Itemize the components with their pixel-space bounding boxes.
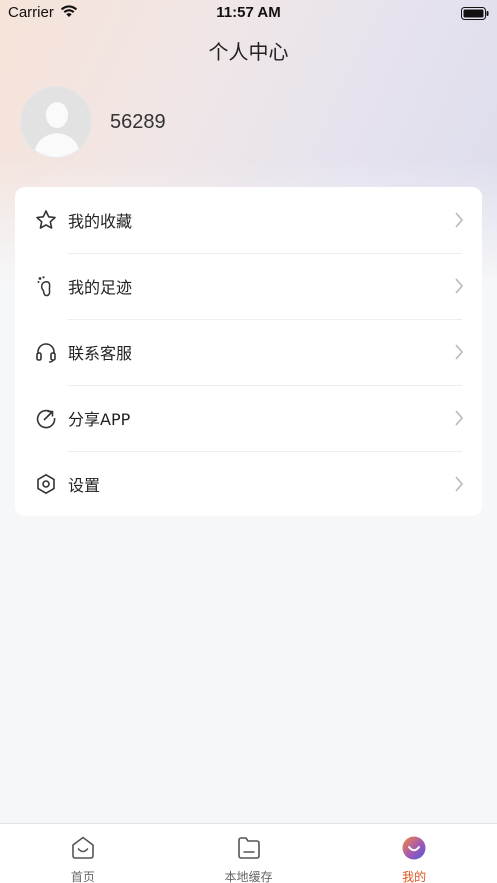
folder-icon [236,835,262,865]
tab-local-cache[interactable]: 本地缓存 [166,824,332,883]
menu-item-favorites[interactable]: 我的收藏 [15,187,482,253]
chevron-right-icon [454,343,464,365]
status-time: 11:57 AM [216,4,281,21]
chevron-right-icon [454,409,464,431]
share-icon [35,407,57,429]
chevron-right-icon [454,211,464,233]
tab-home[interactable]: 首页 [0,824,166,883]
menu-item-label: 我的收藏 [68,212,133,231]
menu-item-label: 分享APP [68,410,131,429]
tab-mine[interactable]: 我的 [331,824,497,883]
tab-bar: 首页 本地缓存 我的 [0,823,497,883]
profile-section[interactable]: 56289 [20,86,166,158]
chevron-right-icon [454,277,464,299]
menu-item-customer-service[interactable]: 联系客服 [15,319,482,385]
user-id: 56289 [110,110,166,133]
tab-label: 我的 [402,870,427,883]
avatar-placeholder-icon [21,87,91,157]
star-icon [35,209,57,231]
chevron-right-icon [454,475,464,497]
menu-item-label: 设置 [68,476,101,495]
tab-label: 首页 [70,870,95,883]
profile-icon [401,835,427,865]
status-bar: Carrier 11:57 AM [0,0,497,26]
home-icon [70,835,96,865]
menu-item-footprint[interactable]: 我的足迹 [15,253,482,319]
menu-item-settings[interactable]: 设置 [15,451,482,517]
menu-item-label: 联系客服 [68,344,133,363]
menu-item-share-app[interactable]: 分享APP [15,385,482,451]
footprint-icon [35,275,57,297]
menu-item-label: 我的足迹 [68,278,133,297]
page-title: 个人中心 [208,40,289,64]
tab-label: 本地缓存 [224,870,273,883]
avatar[interactable] [20,86,92,158]
settings-icon [35,473,57,495]
headset-icon [35,341,57,363]
battery-icon [461,6,489,24]
menu-card: 我的收藏 我的足迹 联系客服 分享APP 设置 [15,187,482,516]
